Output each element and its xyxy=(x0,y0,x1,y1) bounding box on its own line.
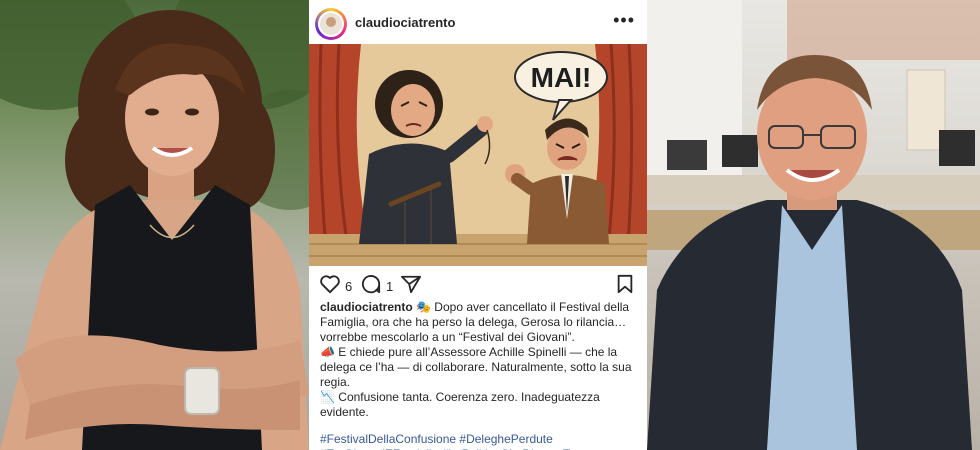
heart-icon[interactable] xyxy=(319,274,341,299)
caption-text-2: 📣 E chiede pure all’Assessore Achille Sp… xyxy=(320,345,632,389)
comment-icon[interactable] xyxy=(360,274,382,299)
send-icon[interactable] xyxy=(400,274,422,299)
right-photo xyxy=(647,0,980,450)
caption-username[interactable]: claudiociatrento xyxy=(320,300,413,314)
like-count: 6 xyxy=(345,279,353,294)
woman-portrait xyxy=(0,10,309,450)
post-image[interactable]: MAI! xyxy=(309,44,647,266)
profile-avatar[interactable] xyxy=(315,8,347,40)
woman-suit xyxy=(359,143,457,244)
like-action[interactable]: 6 xyxy=(319,274,352,299)
caption-hashtags[interactable]: #FestivalDellaConfusione #DeleghePerdute… xyxy=(320,432,642,450)
post-caption: claudiociatrento 🎭 Dopo aver cancellato … xyxy=(320,300,642,450)
comment-action[interactable]: 1 xyxy=(360,274,393,299)
post-username[interactable]: claudiociatrento xyxy=(355,15,455,30)
save-action[interactable] xyxy=(616,274,634,299)
share-action[interactable] xyxy=(400,274,422,299)
post-actions: 6 1 xyxy=(309,270,647,300)
left-photo xyxy=(0,0,309,450)
instagram-post: claudiociatrento ••• MAI! 6 1 claudiocia… xyxy=(309,0,647,450)
caption-paragraph-1: claudiociatrento 🎭 Dopo aver cancellato … xyxy=(320,300,642,345)
man-portrait xyxy=(647,0,980,450)
cartoon-illustration: MAI! xyxy=(309,44,647,266)
post-header: claudiociatrento ••• xyxy=(309,0,647,44)
more-options-icon[interactable]: ••• xyxy=(613,10,635,31)
comment-count: 1 xyxy=(386,279,394,294)
speech-bubble-text: MAI! xyxy=(531,62,592,93)
avatar-photo xyxy=(318,11,344,37)
caption-text-3: 📉 Confusione tanta. Coerenza zero. Inade… xyxy=(320,390,600,419)
bookmark-icon[interactable] xyxy=(616,274,634,299)
